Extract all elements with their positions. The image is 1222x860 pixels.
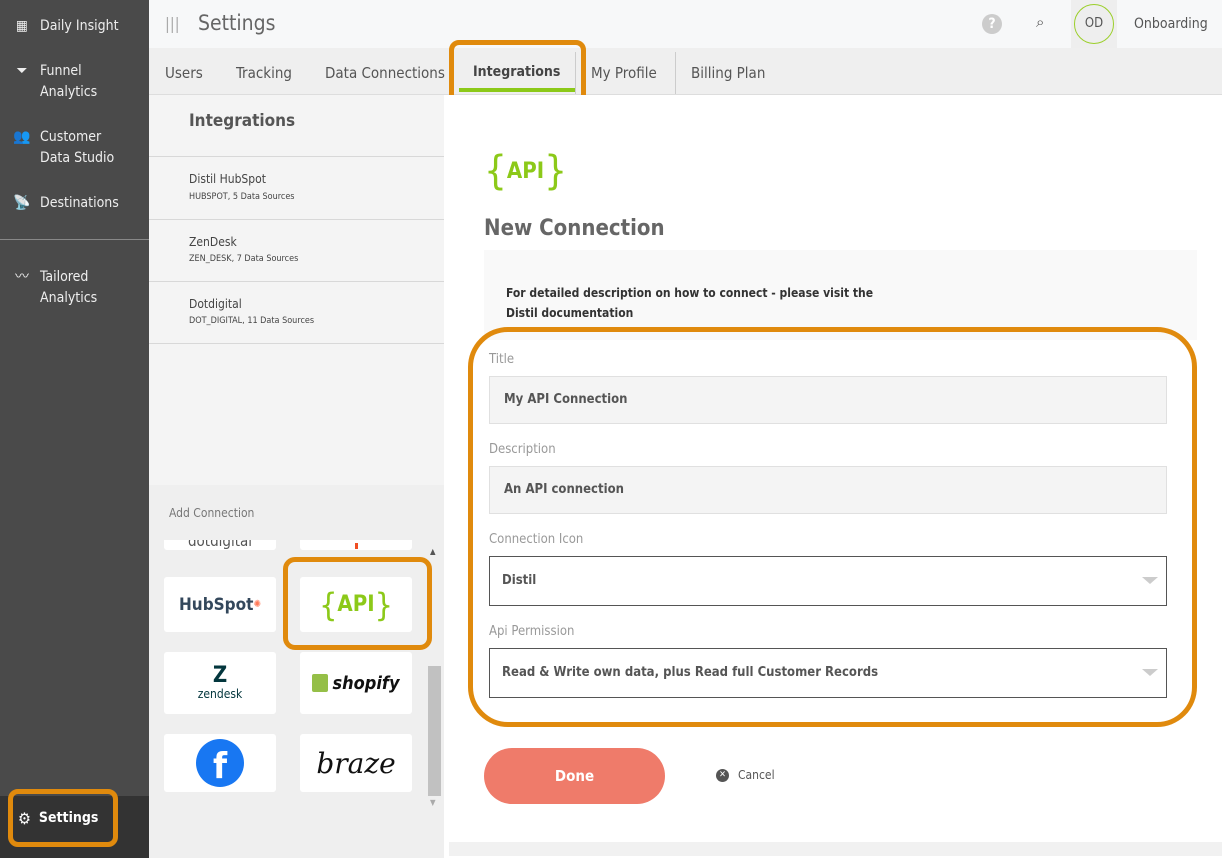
zendesk-icon: Z: [212, 663, 228, 688]
tile-facebook[interactable]: f: [164, 734, 276, 792]
tab-users[interactable]: Users: [165, 64, 203, 82]
tile-shopify[interactable]: shopify: [300, 652, 412, 714]
list-item[interactable]: Dotdigital DOT_DIGITAL, 11 Data Sources: [149, 282, 444, 344]
info-text: For detailed description on how to conne…: [506, 286, 874, 300]
settings-tabs: Users Tracking Data Connections Integrat…: [149, 48, 1222, 95]
list-item[interactable]: Distil HubSpot HUBSPOT, 5 Data Sources: [149, 157, 444, 220]
sidebar-item-destinations[interactable]: 📡 Destinations: [12, 193, 130, 214]
trend-icon: 〰: [15, 269, 29, 285]
user-name[interactable]: Onboarding: [1134, 16, 1208, 32]
close-circle-icon: ✕: [716, 768, 729, 782]
form-heading: New Connection: [484, 216, 665, 241]
tab-data-connections[interactable]: Data Connections: [325, 64, 445, 82]
sidebar-item-funnel-analytics[interactable]: ⏷ Funnel Analytics: [12, 61, 130, 103]
add-connection-panel: Add Connection dotdigital HubSpot ✺ {API}…: [149, 485, 444, 858]
title-input[interactable]: My API Connection: [489, 376, 1167, 424]
connection-icon-select[interactable]: Distil: [489, 556, 1167, 606]
page-title: Settings: [198, 11, 276, 35]
menu-toggle-icon[interactable]: |||: [165, 14, 180, 33]
tile-zendesk[interactable]: Zzendesk: [164, 652, 276, 714]
avatar[interactable]: OD: [1074, 4, 1114, 44]
broadcast-icon: 📡: [13, 195, 31, 211]
sidebar-item-settings[interactable]: ⚙ Settings: [8, 789, 118, 847]
cancel-label: Cancel: [738, 768, 775, 782]
description-input[interactable]: An API connection: [489, 466, 1167, 514]
gear-icon: ⚙: [18, 808, 31, 828]
item-detail: ZEN_DESK, 7 Data Sources: [189, 254, 299, 264]
api-logo-text: API: [506, 158, 545, 184]
grid-icon: ▦: [16, 18, 28, 34]
item-detail: HUBSPOT, 5 Data Sources: [189, 192, 295, 202]
title-label: Title: [489, 352, 515, 367]
item-name: Distil HubSpot: [189, 172, 266, 186]
highlight-api-tile: [283, 557, 432, 650]
item-name: Dotdigital: [189, 297, 242, 311]
sidebar-item-tailored-analytics[interactable]: 〰 Tailored Analytics: [12, 267, 130, 309]
item-name: ZenDesk: [189, 235, 237, 249]
sidebar: ▦ Daily Insight ⏷ Funnel Analytics 👥 Custom…: [0, 0, 149, 858]
tile-braze[interactable]: braze: [300, 734, 412, 792]
description-label: Description: [489, 442, 556, 457]
tile-partial[interactable]: [300, 540, 412, 550]
tile-hubspot[interactable]: HubSpot ✺: [164, 577, 276, 632]
list-item[interactable]: ZenDesk ZEN_DESK, 7 Data Sources: [149, 220, 444, 282]
search-icon[interactable]: ⌕: [1036, 13, 1044, 31]
sidebar-divider: [0, 239, 149, 240]
panel-title: Integrations: [189, 111, 296, 131]
item-detail: DOT_DIGITAL, 11 Data Sources: [189, 316, 315, 326]
funnel-icon: ⏷: [16, 63, 28, 79]
chevron-down-icon: [1142, 669, 1158, 676]
tab-billing-plan[interactable]: Billing Plan: [691, 64, 765, 82]
scrollbar-thumb[interactable]: [428, 666, 441, 796]
facebook-icon: f: [196, 739, 244, 787]
connection-icon-label: Connection Icon: [489, 532, 584, 547]
cancel-button[interactable]: ✕ Cancel: [716, 768, 775, 782]
horizontal-scrollbar[interactable]: [449, 842, 1222, 856]
tab-separator: [675, 52, 676, 94]
zendesk-logo: zendesk: [197, 687, 243, 701]
api-permission-label: Api Permission: [489, 624, 575, 639]
sidebar-item-customer-data-studio[interactable]: 👥 Customer Data Studio: [12, 127, 130, 169]
integrations-header: Integrations: [149, 95, 444, 157]
hubspot-sprocket-icon: ✺: [253, 599, 261, 610]
users-icon: 👥: [13, 129, 31, 145]
header: ||| Settings ? ⌕ OD Onboarding: [149, 0, 1222, 48]
shopify-bag-icon: [312, 674, 329, 692]
documentation-link[interactable]: Distil documentation: [506, 303, 873, 323]
chevron-down-icon: [1142, 577, 1158, 584]
avatar-wrap: OD: [1071, 0, 1117, 48]
select-value: Read & Write own data, plus Read full Cu…: [502, 665, 879, 680]
done-button[interactable]: Done: [484, 748, 665, 804]
api-logo: {API}: [484, 148, 567, 194]
sidebar-item-daily-insight[interactable]: ▦ Daily Insight: [12, 16, 130, 37]
tile-dotdigital[interactable]: dotdigital: [164, 540, 276, 550]
select-value: Distil: [502, 573, 537, 588]
shopify-logo: shopify: [332, 672, 400, 694]
tab-tracking[interactable]: Tracking: [236, 64, 292, 82]
scroll-down-arrow[interactable]: ▼: [430, 798, 436, 807]
tab-my-profile[interactable]: My Profile: [591, 64, 657, 82]
api-permission-select[interactable]: Read & Write own data, plus Read full Cu…: [489, 648, 1167, 698]
hubspot-logo: HubSpot: [179, 594, 254, 615]
add-connection-title: Add Connection: [169, 506, 255, 520]
help-icon[interactable]: ?: [982, 14, 1002, 34]
scroll-up-arrow[interactable]: ▲: [430, 547, 436, 556]
